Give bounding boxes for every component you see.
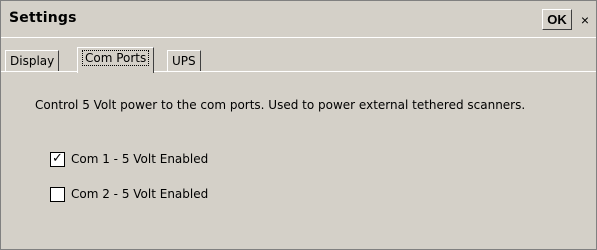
checkmark-icon: ✓ (52, 150, 63, 166)
com-ports-panel: Control 5 Volt power to the com ports. U… (1, 72, 596, 249)
tab-display-label: Display (10, 54, 55, 68)
tab-bar: Display Com Ports UPS (1, 38, 596, 73)
tab-ups[interactable]: UPS (167, 50, 201, 72)
com2-label[interactable]: Com 2 - 5 Volt Enabled (71, 187, 208, 201)
tab-ups-label: UPS (172, 54, 196, 68)
tab-com-ports-label: Com Ports (82, 50, 150, 66)
checkmark-icon (51, 186, 64, 199)
com1-label[interactable]: Com 1 - 5 Volt Enabled (71, 152, 208, 166)
ok-button[interactable]: OK (542, 9, 572, 30)
com1-option[interactable]: ✓ Com 1 - 5 Volt Enabled (50, 150, 208, 168)
settings-window: Settings OK × Display Com Ports UPS Cont… (0, 0, 597, 250)
tab-com-ports[interactable]: Com Ports (77, 47, 155, 73)
close-icon: × (580, 11, 590, 28)
title-bar: Settings OK × (1, 1, 596, 38)
close-button[interactable]: × (575, 9, 595, 30)
window-title: Settings (9, 10, 77, 26)
com2-option[interactable]: Com 2 - 5 Volt Enabled (50, 185, 208, 203)
com2-checkbox[interactable] (50, 186, 65, 202)
com-ports-description: Control 5 Volt power to the com ports. U… (35, 98, 526, 112)
com1-checkbox[interactable]: ✓ (50, 150, 65, 167)
tab-display[interactable]: Display (5, 50, 60, 72)
